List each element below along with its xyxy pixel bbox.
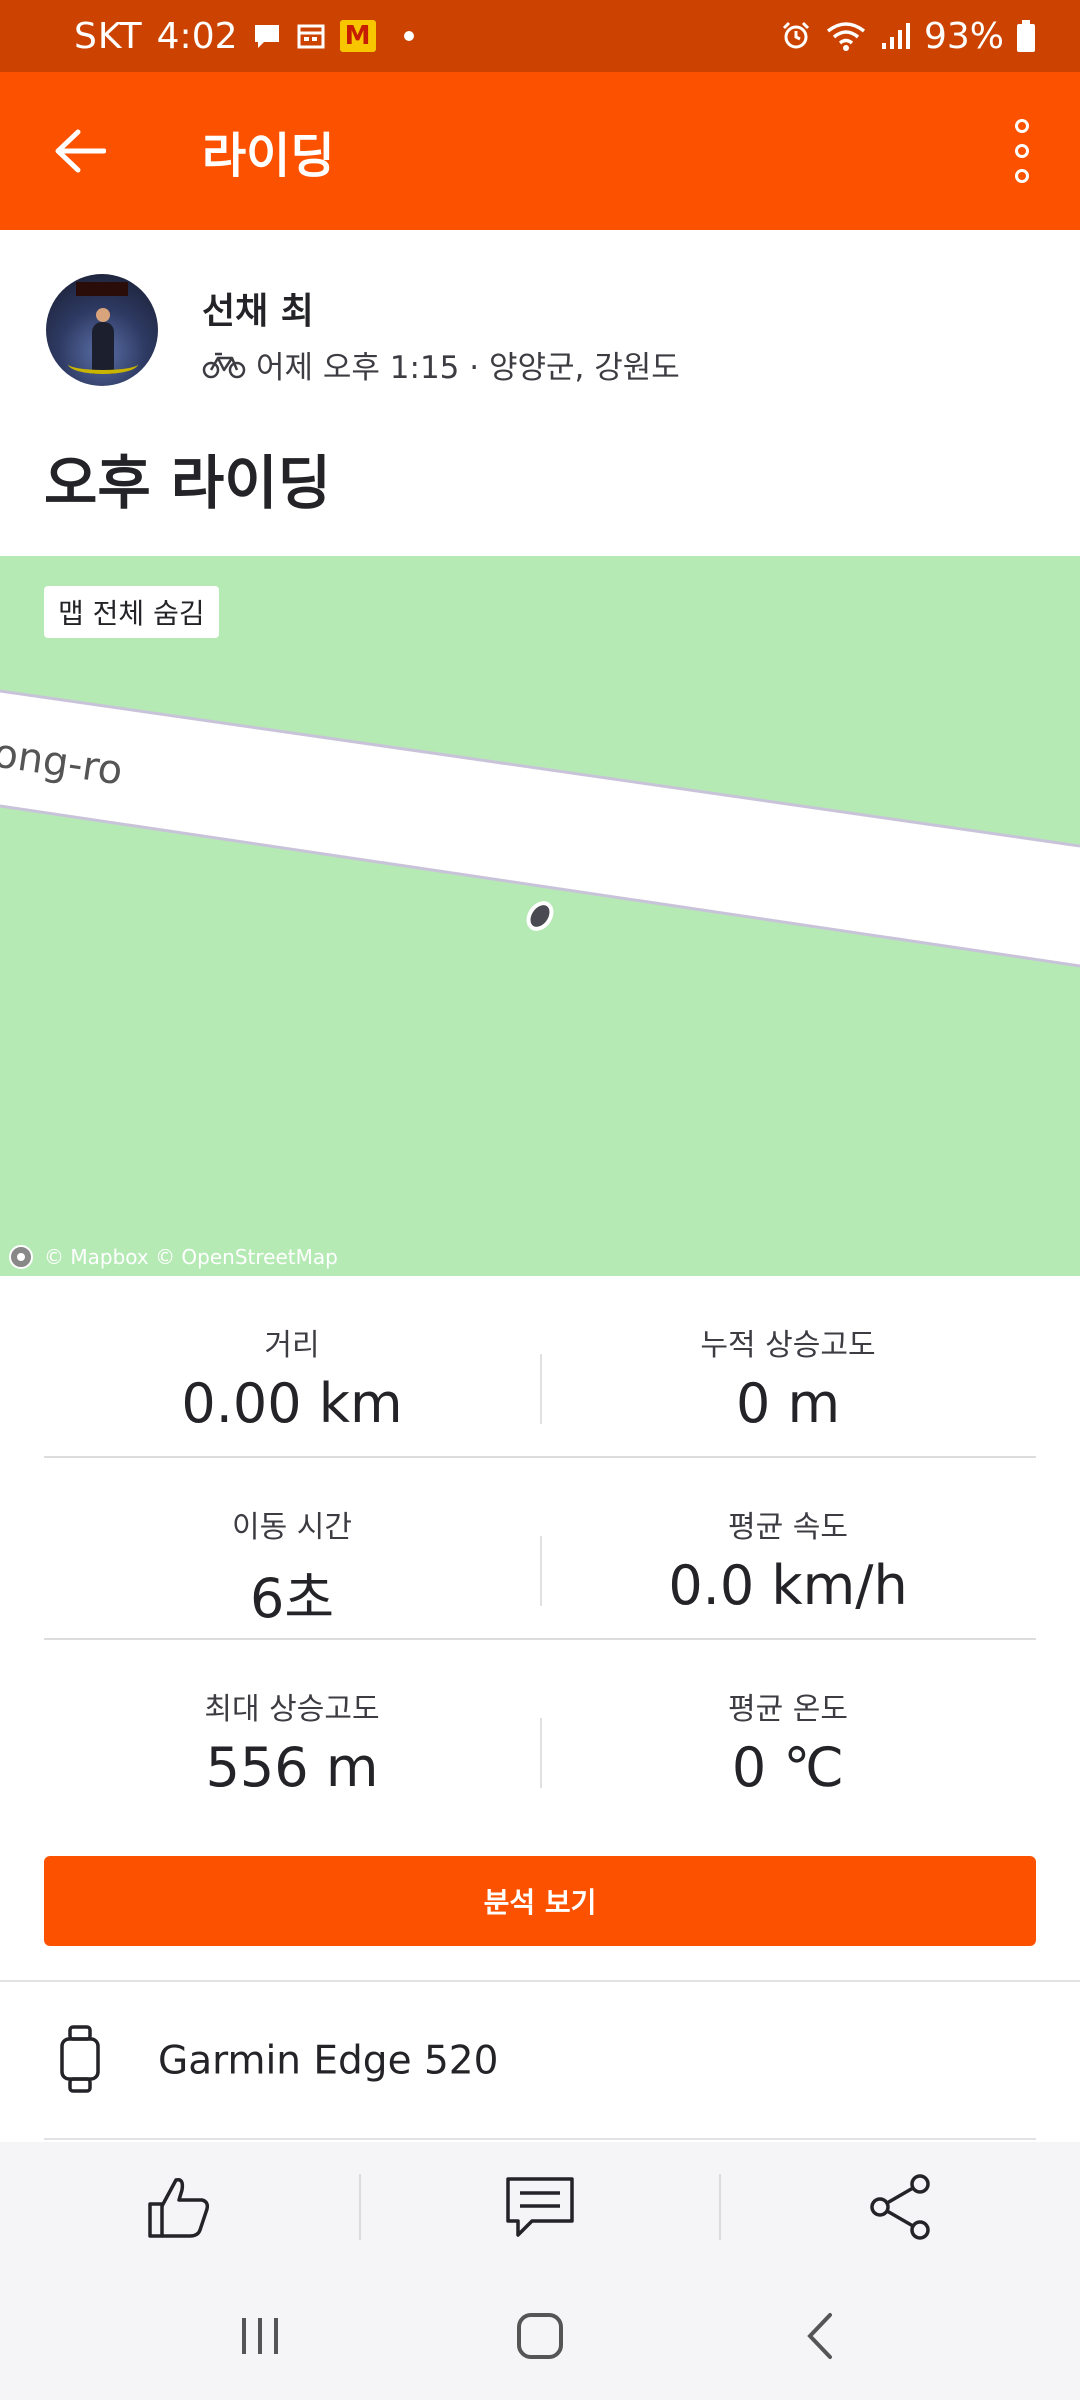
stat-max-elevation: 최대 상승고도 556 m bbox=[44, 1640, 540, 1822]
stat-label: 이동 시간 bbox=[232, 1510, 352, 1545]
more-vertical-icon bbox=[1015, 119, 1029, 133]
action-bar bbox=[0, 2142, 1080, 2272]
route-marker-icon bbox=[526, 901, 554, 931]
carrier-label: SKT bbox=[74, 15, 143, 57]
back-button[interactable] bbox=[50, 121, 110, 181]
status-right: 93% bbox=[780, 16, 1036, 57]
activity-map[interactable]: ong-ro 맵 전체 숨김 © Mapbox © OpenStreetMap bbox=[0, 556, 1080, 1276]
battery-percent: 93% bbox=[923, 15, 1004, 57]
stat-row: 이동 시간 6초 평균 속도 0.0 km/h bbox=[44, 1458, 1036, 1640]
stat-row: 거리 0.00 km 누적 상승고도 0 m bbox=[44, 1276, 1036, 1458]
watch-icon bbox=[56, 2024, 104, 2098]
stat-value: 0 m bbox=[735, 1372, 841, 1435]
back-icon bbox=[807, 2313, 832, 2359]
thumbs-up-icon bbox=[148, 2177, 210, 2238]
map-attribution: © Mapbox © OpenStreetMap bbox=[8, 1244, 338, 1270]
comment-button[interactable] bbox=[361, 2142, 720, 2272]
page-title: 라이딩 bbox=[202, 128, 335, 184]
bicycle-icon bbox=[202, 352, 246, 378]
home-icon bbox=[517, 2313, 563, 2359]
stat-value: 556 m bbox=[205, 1736, 379, 1799]
status-left: SKT 4:02 M bbox=[74, 16, 414, 57]
device-name: Garmin Edge 520 bbox=[158, 2038, 499, 2084]
system-nav-bar bbox=[0, 2272, 1080, 2400]
share-icon bbox=[869, 2174, 930, 2240]
stat-avg-speed: 평균 속도 0.0 km/h bbox=[540, 1458, 1036, 1638]
stat-value: 6초 bbox=[249, 1567, 335, 1630]
clock: 4:02 bbox=[156, 15, 238, 57]
athlete-name[interactable]: 선채 최 bbox=[202, 282, 314, 334]
app-bar: 라이딩 bbox=[0, 72, 1080, 230]
activity-meta-text: 어제 오후 1:15 · 양양군, 강원도 bbox=[256, 350, 680, 386]
stat-value: 0.0 km/h bbox=[668, 1554, 908, 1617]
stat-avg-temperature: 평균 온도 0 ℃ bbox=[540, 1640, 1036, 1822]
message-icon bbox=[252, 22, 282, 50]
comment-icon bbox=[506, 2177, 574, 2237]
map-attribution-text[interactable]: © Mapbox © OpenStreetMap bbox=[44, 1245, 338, 1269]
calendar-icon bbox=[296, 22, 326, 50]
stat-label: 평균 속도 bbox=[728, 1510, 848, 1545]
device-row[interactable]: Garmin Edge 520 bbox=[0, 1982, 1080, 2140]
stat-label: 누적 상승고도 bbox=[700, 1328, 876, 1363]
view-analysis-button[interactable]: 분석 보기 bbox=[44, 1856, 1036, 1946]
activity-meta: 어제 오후 1:15 · 양양군, 강원도 bbox=[202, 342, 680, 387]
stats-grid: 거리 0.00 km 누적 상승고도 0 m 이동 시간 6초 평균 속도 0.… bbox=[44, 1276, 1036, 1822]
stat-label: 최대 상승고도 bbox=[204, 1692, 380, 1727]
share-button[interactable] bbox=[721, 2142, 1080, 2272]
activity-title: 오후 라이딩 bbox=[44, 449, 331, 517]
hide-map-button[interactable]: 맵 전체 숨김 bbox=[44, 586, 219, 638]
nav-back-button[interactable] bbox=[760, 2291, 880, 2381]
stat-value: 0 ℃ bbox=[731, 1736, 845, 1799]
more-options-button[interactable] bbox=[1002, 111, 1042, 191]
stat-distance: 거리 0.00 km bbox=[44, 1276, 540, 1456]
map-canvas: ong-ro bbox=[0, 689, 1080, 968]
alarm-icon bbox=[780, 20, 812, 52]
wifi-icon bbox=[824, 19, 868, 53]
stat-label: 거리 bbox=[264, 1328, 320, 1363]
mapbox-logo-icon bbox=[9, 1245, 33, 1269]
divider bbox=[44, 2138, 1036, 2140]
stat-moving-time: 이동 시간 6초 bbox=[44, 1458, 540, 1638]
battery-icon bbox=[1016, 19, 1036, 53]
stat-row: 최대 상승고도 556 m 평균 온도 0 ℃ bbox=[44, 1640, 1036, 1822]
arrow-left-icon bbox=[55, 129, 106, 173]
notification-dot bbox=[403, 31, 414, 41]
status-bar: SKT 4:02 M 93% bbox=[0, 0, 1080, 72]
avatar[interactable] bbox=[46, 274, 158, 386]
recents-icon bbox=[242, 2318, 278, 2354]
home-button[interactable] bbox=[480, 2291, 600, 2381]
like-button[interactable] bbox=[0, 2142, 359, 2272]
stat-elevation-gain: 누적 상승고도 0 m bbox=[540, 1276, 1036, 1456]
m-badge-icon: M bbox=[339, 20, 376, 52]
signal-icon bbox=[880, 21, 912, 51]
screen: SKT 4:02 M 93% 라이딩 선채 최 어제 오후 1:15 · 양양군… bbox=[0, 0, 1080, 2400]
stat-value: 0.00 km bbox=[181, 1372, 403, 1435]
stat-label: 평균 온도 bbox=[728, 1692, 848, 1727]
recents-button[interactable] bbox=[200, 2291, 320, 2381]
